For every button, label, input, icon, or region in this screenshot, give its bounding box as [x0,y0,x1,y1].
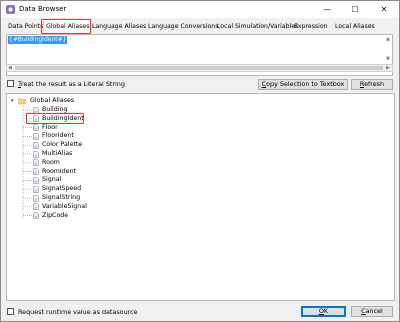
scroll-right-icon[interactable]: ▶ [386,65,390,72]
app-icon [6,5,15,14]
tab-data-points[interactable]: Data Points [7,21,43,33]
document-icon [33,159,39,167]
document-icon [33,194,39,202]
tree-item-signal[interactable]: Signal [42,176,61,184]
runtime-value-label: Request runtime value as datasource [18,308,138,316]
tree-item-variablesignal[interactable]: VariableSignal [42,203,87,211]
document-icon [33,185,39,193]
maximize-button[interactable]: ☐ [341,1,369,18]
document-icon [33,115,39,123]
document-icon [33,150,39,158]
ok-button[interactable]: OK [301,306,346,317]
scroll-down-icon[interactable]: ▼ [386,56,390,62]
folder-icon [18,98,26,105]
tab-language-conversions[interactable]: Language Conversions [147,21,218,33]
document-icon [33,106,39,114]
literal-string-label: Treat the result as a Literal String [18,80,125,88]
tree-item-buildingident[interactable]: BuildingIdent [42,115,84,123]
document-icon [33,212,39,219]
tab-global-aliases[interactable]: Global Aliases [43,19,93,33]
document-icon [33,133,39,140]
copy-selection-button[interactable]: Copy Selection to Textbox [258,79,348,90]
cancel-button[interactable]: Cancel [351,306,393,317]
tree-item-signalstring[interactable]: SignalString [42,194,80,202]
tree-item-building[interactable]: Building [42,106,68,114]
aliases-tree: ▾ Global Aliases Building BuildingIdent Fl… [6,93,395,301]
refresh-button[interactable]: Refresh [351,79,393,90]
tree-item-floor[interactable]: Floor [42,124,58,132]
document-icon [33,141,39,149]
tab-local-simulation-variables[interactable]: Local Simulation/Variables [216,21,298,33]
document-icon [33,168,39,175]
close-button[interactable]: ✕ [370,1,398,18]
expander-icon[interactable]: ▾ [11,98,14,104]
tree-root-global-aliases[interactable]: Global Aliases [30,97,74,105]
tree-item-color-palette[interactable]: Color Palette [42,141,82,149]
expression-text: {#BuildingIdent#} [8,36,68,44]
tab-local-aliases[interactable]: Local Aliases [334,21,375,33]
tree-item-multialias[interactable]: MultiAlias [42,150,72,158]
tab-strip: Data Points Global Aliases Language Alia… [1,18,399,34]
runtime-value-checkbox[interactable] [7,308,14,315]
horizontal-scrollbar[interactable]: ◀ ▶ [6,64,393,72]
title-bar: Data Browser — ☐ ✕ [1,1,399,18]
data-browser-window: Data Browser — ☐ ✕ Data Points Global Al… [0,0,400,322]
literal-string-checkbox[interactable] [7,80,14,87]
tree-item-room[interactable]: Room [42,159,60,167]
tree-item-zipcode[interactable]: ZipCode [42,212,68,220]
document-icon [33,124,39,131]
tree-item-signalspeed[interactable]: SignalSpeed [42,185,81,193]
window-title: Data Browser [19,5,67,13]
tree-item-floorident[interactable]: FloorIdent [42,132,74,140]
scrollbar-thumb[interactable] [15,66,383,70]
document-icon [33,177,39,184]
scroll-up-icon[interactable]: ▲ [386,36,390,42]
document-icon [33,203,39,211]
tree-item-roomident[interactable]: RoomIdent [42,168,76,176]
tab-expression[interactable]: Expression [293,21,328,33]
scroll-left-icon[interactable]: ◀ [8,65,12,72]
minimize-button[interactable]: — [313,1,341,18]
tab-language-aliases[interactable]: Language Aliases [91,21,146,33]
